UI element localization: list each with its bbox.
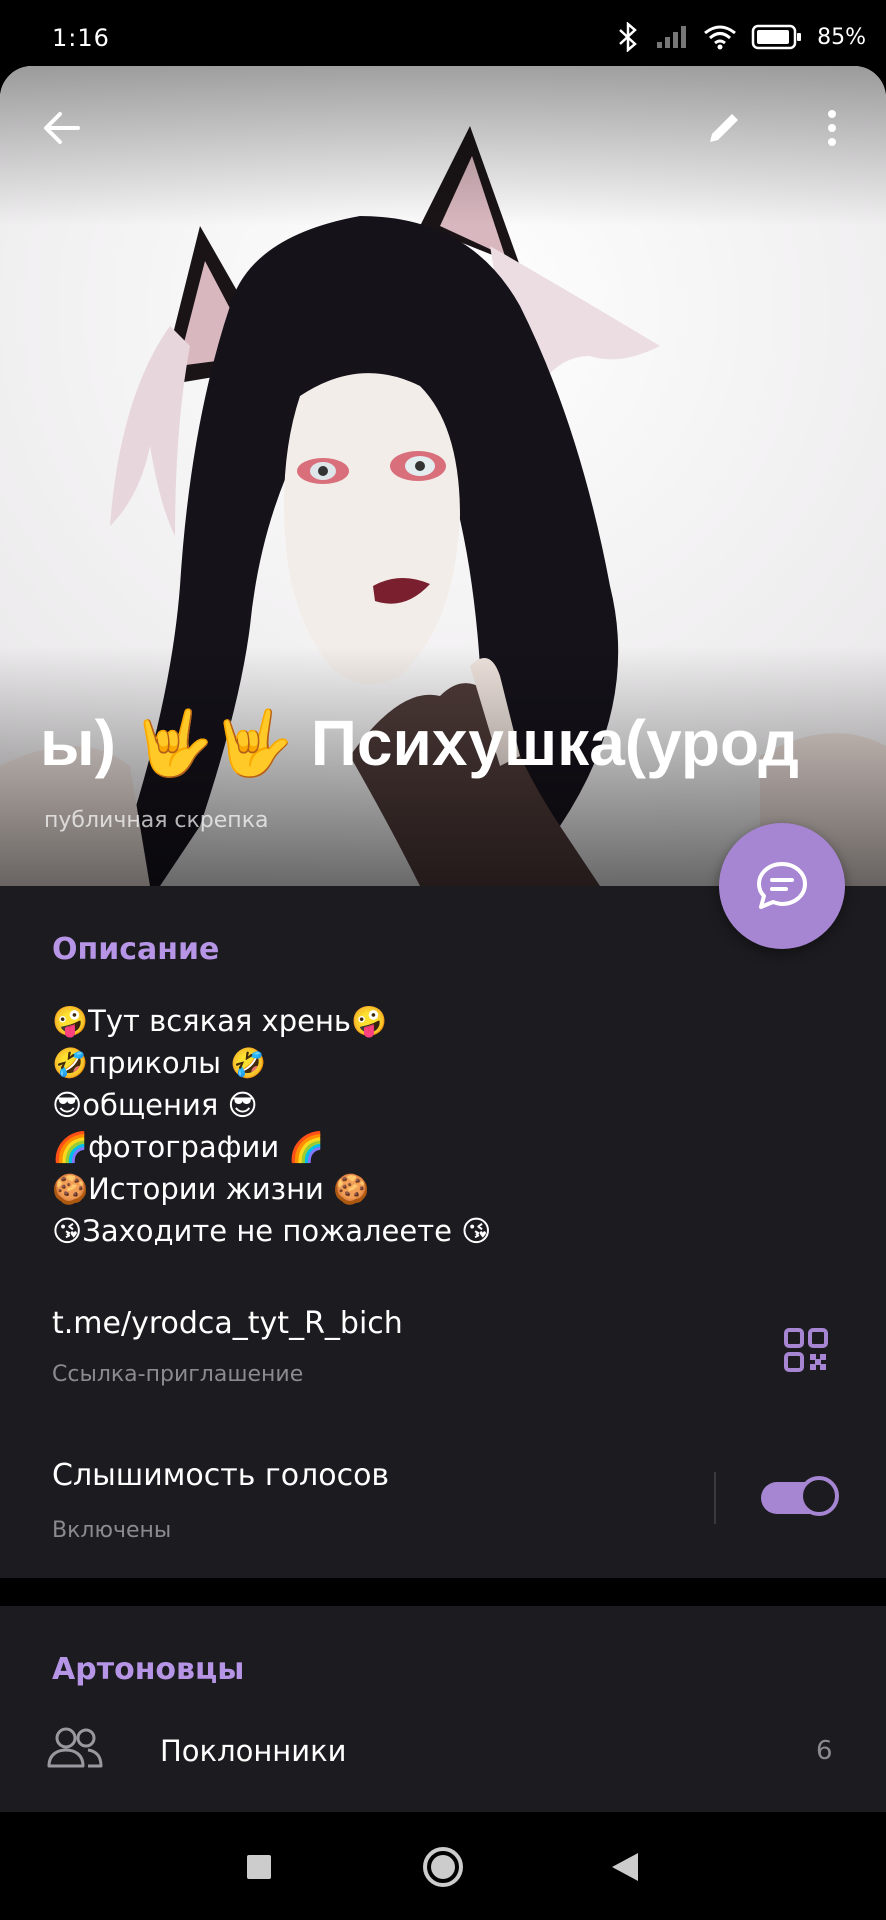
members-count: 6	[816, 1736, 833, 1766]
system-nav-bar	[0, 1812, 886, 1920]
members-row-label[interactable]: Поклонники	[160, 1734, 346, 1768]
battery-icon	[751, 24, 802, 50]
chat-bubble-icon	[757, 862, 807, 909]
edit-button[interactable]	[692, 96, 756, 160]
nav-home-button[interactable]	[418, 1842, 468, 1892]
more-button[interactable]	[800, 96, 864, 160]
wifi-icon	[704, 25, 737, 50]
voice-setting-label: Слышимость голосов	[52, 1458, 390, 1493]
nav-circle-icon	[423, 1847, 463, 1887]
status-bar: 1:16 85%	[0, 0, 886, 66]
channel-subtitle: публичная скрепка	[44, 808, 269, 833]
description-line: 🤪Тут всякая хрень🤪	[52, 1004, 388, 1038]
nav-square-icon	[247, 1855, 271, 1879]
voice-setting-status: Включены	[52, 1518, 172, 1543]
status-time: 1:16	[52, 24, 110, 52]
toggle-knob	[799, 1476, 839, 1516]
nav-back-button[interactable]	[600, 1842, 650, 1892]
channel-header: ы) 🤟🤟 Психушка(урод публичная скрепка	[0, 66, 886, 886]
nav-recents-button[interactable]	[234, 1842, 284, 1892]
invite-link-label: Ссылка-приглашение	[52, 1362, 304, 1387]
members-heading: Артоновцы	[52, 1652, 245, 1687]
description-line: 😘Заходите не пожалеете 😘	[52, 1214, 492, 1248]
members-card: Артоновцы Поклонники 6	[0, 1606, 886, 1812]
edit-pencil-icon	[710, 114, 738, 142]
divider	[714, 1472, 716, 1524]
bluetooth-icon	[619, 22, 637, 52]
channel-title: ы) 🤟🤟 Психушка(урод	[40, 707, 799, 779]
nav-triangle-icon	[612, 1853, 638, 1881]
description-line: 🌈фотографии 🌈	[52, 1130, 325, 1164]
description-text: 🤪Тут всякая хрень🤪 🤣приколы 🤣 😎общения 😎…	[52, 1000, 491, 1252]
more-vert-icon	[828, 110, 836, 146]
discuss-button[interactable]	[719, 823, 845, 949]
invite-link[interactable]: t.me/yrodca_tyt_R_bich	[52, 1306, 403, 1341]
battery-percent: 85%	[817, 24, 866, 50]
description-line: 🍪Истории жизни 🍪	[52, 1172, 370, 1206]
description-line: 😎общения 😎	[52, 1088, 258, 1122]
status-icons: 85%	[615, 22, 866, 52]
signal-icon	[657, 26, 687, 48]
qr-code-icon[interactable]	[784, 1328, 828, 1372]
description-line: 🤣приколы 🤣	[52, 1046, 267, 1080]
voice-toggle[interactable]	[761, 1476, 839, 1518]
back-arrow-icon	[44, 112, 80, 144]
people-icon	[47, 1727, 103, 1768]
back-button[interactable]	[30, 96, 94, 160]
info-card: Описание 🤪Тут всякая хрень🤪 🤣приколы 🤣 😎…	[0, 886, 886, 1578]
description-heading: Описание	[52, 932, 220, 967]
